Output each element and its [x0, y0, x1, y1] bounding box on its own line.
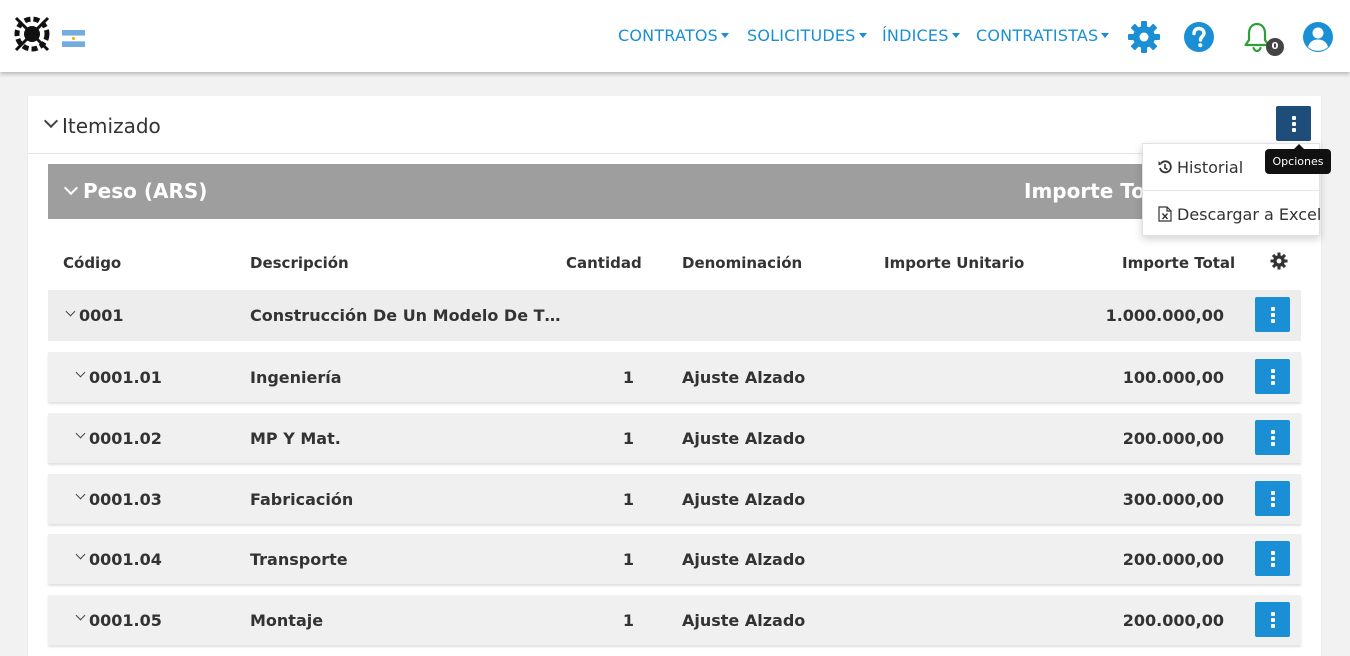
th-codigo[interactable]: Código — [63, 254, 121, 272]
kebab-icon — [1270, 428, 1275, 448]
company-logo[interactable] — [14, 16, 50, 52]
cell-importe-total: 1.000.000,00 — [1105, 306, 1224, 325]
cell-descripcion: Transporte — [250, 550, 348, 569]
chevron-down-icon[interactable] — [75, 367, 86, 378]
card-title: Itemizado — [62, 114, 161, 138]
cell-denominacion: Ajuste Alzado — [682, 490, 806, 509]
kebab-icon — [1270, 305, 1275, 325]
th-descripcion[interactable]: Descripción — [250, 254, 349, 272]
table-row[interactable]: 0001.03 Fabricación 1 Ajuste Alzado 300.… — [48, 474, 1301, 524]
row-actions-button[interactable] — [1255, 359, 1290, 394]
table-row[interactable]: 0001.01 Ingeniería 1 Ajuste Alzado 100.0… — [48, 352, 1301, 402]
cell-codigo: 0001 — [79, 306, 124, 325]
kebab-icon — [1291, 114, 1296, 134]
menu-item-label: Descargar a Excel — [1177, 205, 1322, 224]
cell-descripcion: MP Y Mat. — [250, 429, 341, 448]
th-importe-unitario[interactable]: Importe Unitario — [884, 254, 1024, 272]
itemizado-card: Itemizado Peso (ARS) Importe Total Códig… — [28, 96, 1321, 656]
table-row[interactable]: 0001.05 Montaje 1 Ajuste Alzado 200.000,… — [48, 595, 1301, 645]
nav-contratistas-label: CONTRATISTAS — [976, 26, 1099, 45]
cell-cantidad: 1 — [622, 429, 634, 448]
cell-denominacion: Ajuste Alzado — [682, 550, 806, 569]
row-actions-button[interactable] — [1255, 541, 1290, 576]
kebab-icon — [1270, 610, 1275, 630]
options-button[interactable] — [1276, 106, 1311, 141]
kebab-icon — [1270, 549, 1275, 569]
cell-codigo: 0001.03 — [89, 490, 162, 509]
kebab-icon — [1270, 489, 1275, 509]
caret-down-icon — [951, 33, 960, 38]
card-header[interactable]: Itemizado — [28, 96, 1321, 154]
caret-down-icon — [858, 33, 867, 38]
cell-denominacion: Ajuste Alzado — [682, 429, 806, 448]
section-title: Peso (ARS) — [83, 179, 208, 203]
chevron-down-icon[interactable] — [75, 489, 86, 500]
th-denominacion[interactable]: Denominación — [682, 254, 802, 272]
menu-item-descargar-excel[interactable]: Descargar a Excel — [1143, 191, 1322, 237]
cell-importe-total: 200.000,00 — [1122, 429, 1224, 448]
cell-importe-total: 200.000,00 — [1122, 550, 1224, 569]
argentina-flag-icon[interactable] — [62, 30, 85, 47]
table-header: Código Descripción Cantidad Denominación… — [48, 252, 1301, 290]
nav-solicitudes-label: SOLICITUDES — [747, 26, 856, 45]
chevron-down-icon[interactable] — [75, 428, 86, 439]
kebab-icon — [1270, 367, 1275, 387]
chevron-down-icon[interactable] — [75, 610, 86, 621]
cell-descripcion: Ingeniería — [250, 368, 342, 387]
menu-item-label: Historial — [1177, 158, 1244, 177]
history-icon — [1158, 160, 1172, 174]
gear-icon[interactable] — [1127, 20, 1161, 54]
cell-codigo: 0001.05 — [89, 611, 162, 630]
row-actions-button[interactable] — [1255, 297, 1290, 332]
cell-importe-total: 100.000,00 — [1122, 368, 1224, 387]
cell-cantidad: 1 — [622, 368, 634, 387]
cell-importe-total: 200.000,00 — [1122, 611, 1224, 630]
excel-file-icon — [1158, 206, 1172, 222]
nav-contratos-label: CONTRATOS — [618, 26, 719, 45]
help-icon[interactable] — [1182, 20, 1216, 54]
cell-descripcion: Fabricación — [250, 490, 354, 509]
caret-down-icon — [721, 33, 730, 38]
th-cantidad[interactable]: Cantidad — [566, 254, 642, 272]
cell-codigo: 0001.01 — [89, 368, 162, 387]
currency-section-header[interactable]: Peso (ARS) Importe Total — [48, 164, 1301, 219]
chevron-down-icon[interactable] — [63, 180, 79, 196]
cell-denominacion: Ajuste Alzado — [682, 611, 806, 630]
nav-contratistas[interactable]: CONTRATISTAS — [976, 26, 1110, 45]
caret-down-icon — [1101, 33, 1110, 38]
nav-indices-label: ÍNDICES — [882, 26, 949, 45]
chevron-down-icon[interactable] — [43, 113, 59, 129]
chevron-down-icon[interactable] — [75, 549, 86, 560]
row-actions-button[interactable] — [1255, 481, 1290, 516]
table-row[interactable]: 0001 Construcción De Un Modelo De T… 1.0… — [48, 290, 1301, 341]
table-row[interactable]: 0001.04 Transporte 1 Ajuste Alzado 200.0… — [48, 534, 1301, 584]
cell-descripcion: Montaje — [250, 611, 324, 630]
chevron-down-icon[interactable] — [65, 306, 76, 317]
nav-contratos[interactable]: CONTRATOS — [618, 26, 730, 45]
cell-codigo: 0001.02 — [89, 429, 162, 448]
top-navbar: CONTRATOS SOLICITUDES ÍNDICES CONTRATIST… — [0, 0, 1350, 72]
table-row[interactable]: 0001.02 MP Y Mat. 1 Ajuste Alzado 200.00… — [48, 413, 1301, 463]
cell-importe-total: 300.000,00 — [1122, 490, 1224, 509]
th-importe-total[interactable]: Importe Total — [1122, 254, 1235, 272]
column-settings-gear-icon[interactable] — [1270, 252, 1288, 270]
cell-descripcion: Construcción De Un Modelo De T… — [250, 306, 561, 325]
notification-count-badge: 0 — [1266, 38, 1284, 56]
cell-denominacion: Ajuste Alzado — [682, 368, 806, 387]
row-actions-button[interactable] — [1255, 420, 1290, 455]
cell-cantidad: 1 — [622, 550, 634, 569]
options-tooltip: Opciones — [1265, 144, 1331, 174]
nav-indices[interactable]: ÍNDICES — [882, 26, 960, 45]
nav-solicitudes[interactable]: SOLICITUDES — [747, 26, 867, 45]
row-actions-button[interactable] — [1255, 602, 1290, 637]
cell-cantidad: 1 — [622, 611, 634, 630]
cell-cantidad: 1 — [622, 490, 634, 509]
user-avatar-icon[interactable] — [1301, 20, 1335, 54]
cell-codigo: 0001.04 — [89, 550, 162, 569]
